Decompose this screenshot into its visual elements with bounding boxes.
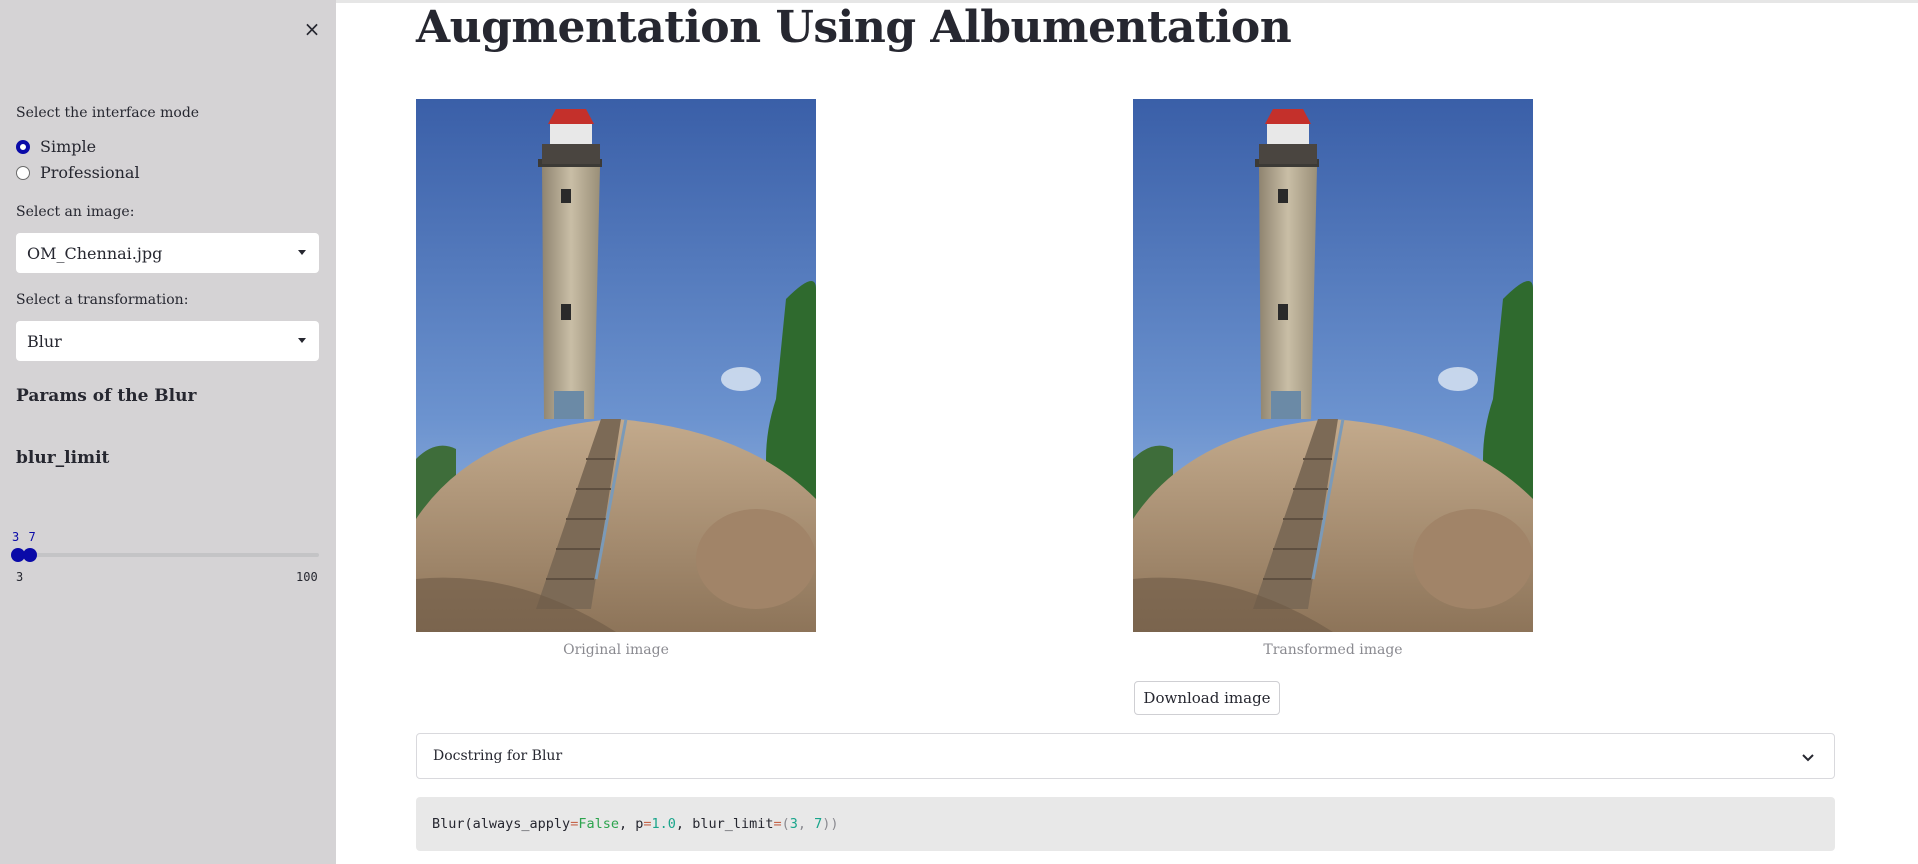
code-value: 3	[789, 816, 798, 832]
transformed-image	[1133, 99, 1533, 632]
code-arg: blur_limit	[692, 816, 774, 832]
close-sidebar-icon[interactable]: ×	[300, 17, 324, 41]
radio-selected-icon	[16, 139, 30, 154]
code-arg: always_apply	[472, 816, 571, 832]
code-op: =	[570, 816, 579, 832]
interface-mode-label: Select the interface mode	[16, 105, 200, 121]
code-paren: ))	[822, 816, 839, 832]
page-title: Augmentation Using Albumentation	[416, 2, 1292, 53]
code-arg: p	[635, 816, 644, 832]
slider-high-handle[interactable]	[23, 548, 38, 562]
transformation-select[interactable]: Blur	[16, 321, 319, 361]
code-sep: ,	[675, 816, 693, 832]
code-value: 1.0	[651, 816, 676, 832]
slider-value-readout: 3 7	[12, 530, 37, 544]
slider-track[interactable]	[16, 553, 319, 557]
image-select-value: OM_Chennai.jpg	[27, 243, 163, 263]
lighthouse-photo	[1133, 99, 1533, 632]
original-image	[416, 99, 816, 632]
transformation-select-value: Blur	[27, 331, 62, 351]
radio-simple[interactable]: Simple	[16, 137, 96, 156]
select-image-label: Select an image:	[16, 204, 135, 220]
radio-professional[interactable]: Professional	[16, 163, 140, 182]
radio-simple-label: Simple	[40, 137, 97, 156]
docstring-expander[interactable]: Docstring for Blur	[416, 733, 1835, 779]
lighthouse-photo	[416, 99, 816, 632]
code-sep: ,	[618, 816, 636, 832]
download-image-button[interactable]: Download image	[1134, 681, 1280, 715]
params-heading: Params of the Blur	[16, 386, 197, 406]
original-image-caption: Original image	[563, 642, 669, 658]
code-value: 7	[814, 816, 823, 832]
transformed-image-caption: Transformed image	[1263, 642, 1403, 658]
slider-max-label: 100	[296, 570, 318, 584]
code-fn: Blur	[432, 816, 465, 832]
param-name-heading: blur_limit	[16, 448, 110, 468]
radio-professional-label: Professional	[40, 163, 140, 182]
image-select[interactable]: OM_Chennai.jpg	[16, 233, 319, 273]
chevron-down-icon	[1802, 754, 1814, 762]
expander-label: Docstring for Blur	[433, 748, 563, 764]
code-paren: (	[781, 816, 790, 832]
caret-down-icon	[298, 338, 306, 343]
code-block: Blur(always_apply = False, p = 1.0, blur_lim…	[416, 797, 1835, 851]
code-value: False	[578, 816, 619, 832]
code-sep: ,	[797, 816, 815, 832]
caret-down-icon	[298, 250, 306, 255]
code-op: =	[643, 816, 652, 832]
slider-min-label: 3	[16, 570, 24, 584]
sidebar: × Select the interface mode Simple Profe…	[0, 0, 336, 864]
code-op: =	[773, 816, 782, 832]
radio-unselected-icon	[16, 165, 30, 180]
code-paren: (	[464, 816, 473, 832]
select-transformation-label: Select a transformation:	[16, 292, 189, 308]
